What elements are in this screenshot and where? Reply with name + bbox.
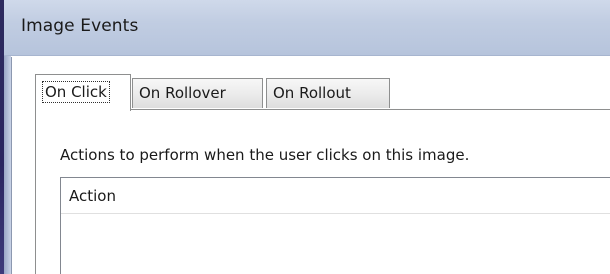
tab-on-click[interactable]: On Click bbox=[35, 74, 131, 111]
actions-list-header: Action bbox=[61, 178, 610, 214]
tab-on-rollover[interactable]: On Rollover bbox=[132, 78, 263, 108]
tab-panel-on-click: Actions to perform when the user clicks … bbox=[35, 109, 610, 274]
panel-description: Actions to perform when the user clicks … bbox=[60, 146, 470, 164]
title-bar[interactable]: Image Events bbox=[4, 0, 610, 56]
image-events-dialog: Image Events On Click On Rollover On Rol… bbox=[0, 0, 610, 274]
dialog-left-border bbox=[4, 56, 11, 274]
actions-list-body[interactable] bbox=[61, 214, 610, 274]
dialog-client-area: On Click On Rollover On Rollout Actions … bbox=[11, 57, 610, 274]
tab-on-click-label: On Click bbox=[42, 81, 110, 103]
window-title: Image Events bbox=[21, 16, 139, 36]
actions-list[interactable]: Action bbox=[60, 177, 610, 274]
tab-on-rollover-label: On Rollover bbox=[139, 84, 226, 102]
column-header-action[interactable]: Action bbox=[69, 187, 116, 205]
tab-on-rollout[interactable]: On Rollout bbox=[266, 78, 390, 108]
tab-on-rollout-label: On Rollout bbox=[273, 84, 351, 102]
